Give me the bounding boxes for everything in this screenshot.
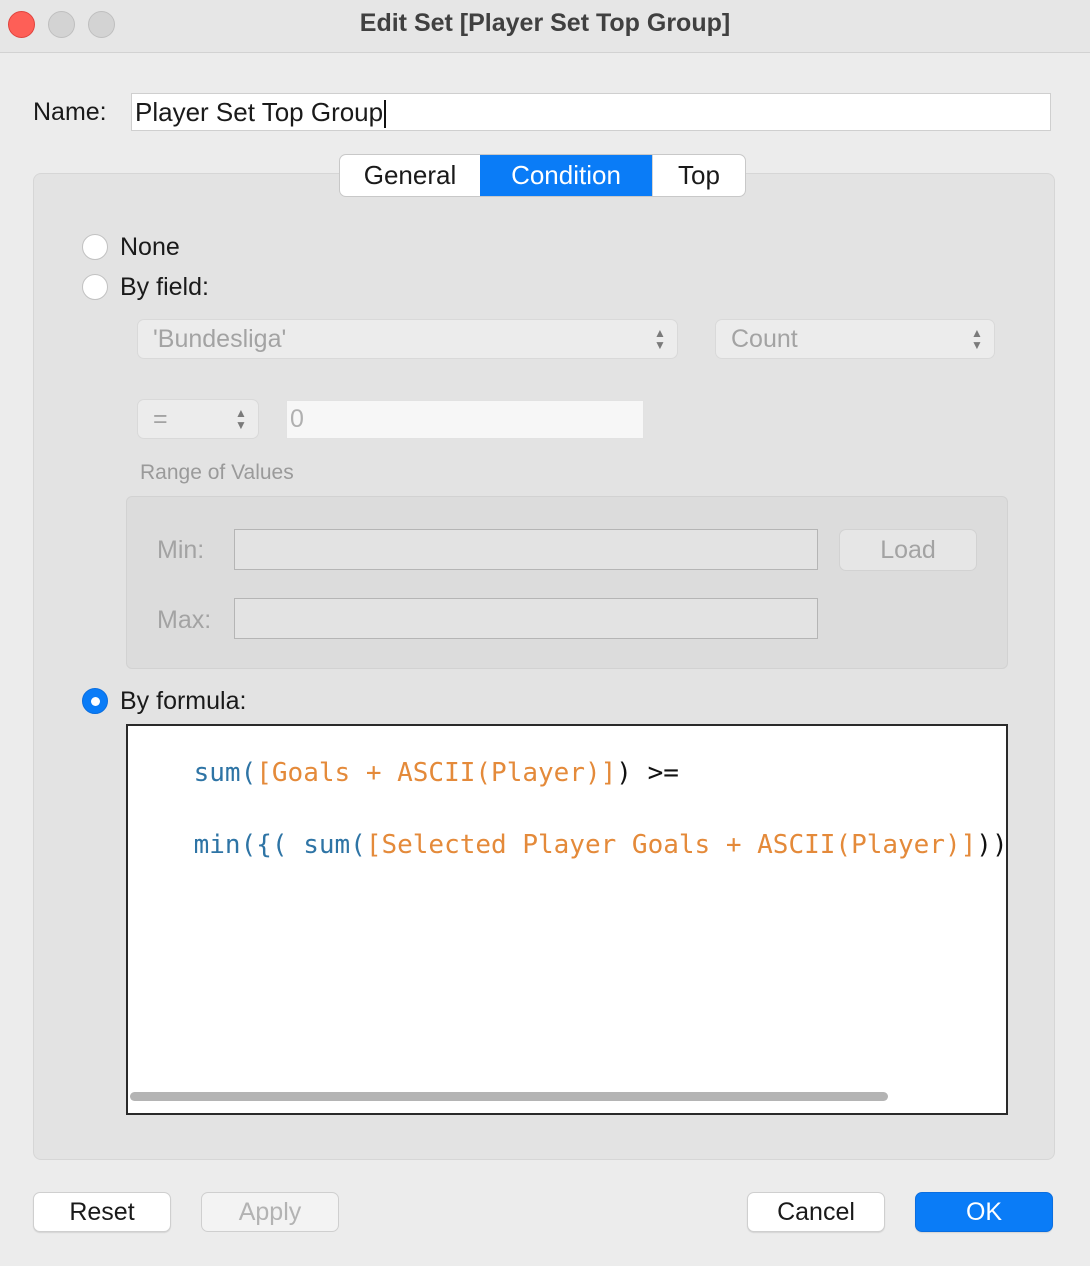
none-label: None — [120, 233, 180, 261]
field-select[interactable]: 'Bundesliga' ▲ ▼ — [137, 319, 678, 359]
tab-bar: General Condition Top — [339, 154, 746, 197]
tab-condition[interactable]: Condition — [480, 155, 652, 196]
formula-token: min({( sum( — [193, 830, 366, 860]
formula-line-2: min({( sum([Selected Player Goals + ASCI… — [131, 800, 1008, 890]
none-radio[interactable] — [82, 234, 108, 260]
formula-token: ) >= — [616, 758, 679, 788]
formula-token: sum( — [193, 758, 257, 788]
title-bar: Edit Set [Player Set Top Group] — [0, 0, 1090, 53]
operator-select[interactable]: = ▲ ▼ — [137, 399, 259, 439]
tab-top[interactable]: Top — [652, 155, 745, 196]
aggregation-select[interactable]: Count ▲ ▼ — [715, 319, 995, 359]
up-down-chevron-icon: ▲ ▼ — [235, 406, 247, 432]
max-label: Max: — [157, 606, 212, 634]
window-title: Edit Set [Player Set Top Group] — [359, 9, 731, 37]
ok-button[interactable]: OK — [915, 1192, 1053, 1232]
formula-token: [Goals + ASCII(Player)] — [256, 758, 617, 788]
by-formula-label: By formula: — [120, 687, 247, 715]
range-of-values-label: Range of Values — [140, 461, 294, 484]
max-input[interactable] — [234, 598, 818, 639]
name-input[interactable]: Player Set Top Group — [131, 93, 1051, 131]
apply-button[interactable]: Apply — [201, 1192, 339, 1232]
name-label: Name: — [33, 98, 107, 126]
by-formula-radio[interactable] — [82, 688, 108, 714]
formula-editor[interactable]: sum([Goals + ASCII(Player)]) >= min({( s… — [126, 724, 1008, 1115]
aggregation-select-value: Count — [731, 325, 798, 353]
operator-select-value: = — [153, 405, 168, 433]
formula-token: [Selected Player Goals + ASCII(Player)] — [365, 830, 977, 860]
horizontal-scrollbar[interactable] — [130, 1092, 888, 1101]
tab-general[interactable]: General — [340, 155, 480, 196]
text-caret — [384, 100, 387, 129]
min-input[interactable] — [234, 529, 818, 570]
min-label: Min: — [157, 536, 205, 564]
by-field-label: By field: — [120, 273, 209, 301]
up-down-chevron-icon: ▲ ▼ — [971, 326, 983, 352]
formula-token: )) — [976, 830, 1008, 860]
name-input-value: Player Set Top Group — [135, 97, 384, 127]
range-of-values-box — [126, 496, 1008, 669]
field-select-value: 'Bundesliga' — [153, 325, 287, 353]
operand-input[interactable]: 0 — [286, 400, 644, 439]
reset-button[interactable]: Reset — [33, 1192, 171, 1232]
by-field-radio[interactable] — [82, 274, 108, 300]
load-button[interactable]: Load — [839, 529, 977, 571]
cancel-button[interactable]: Cancel — [747, 1192, 885, 1232]
up-down-chevron-icon: ▲ ▼ — [654, 326, 666, 352]
